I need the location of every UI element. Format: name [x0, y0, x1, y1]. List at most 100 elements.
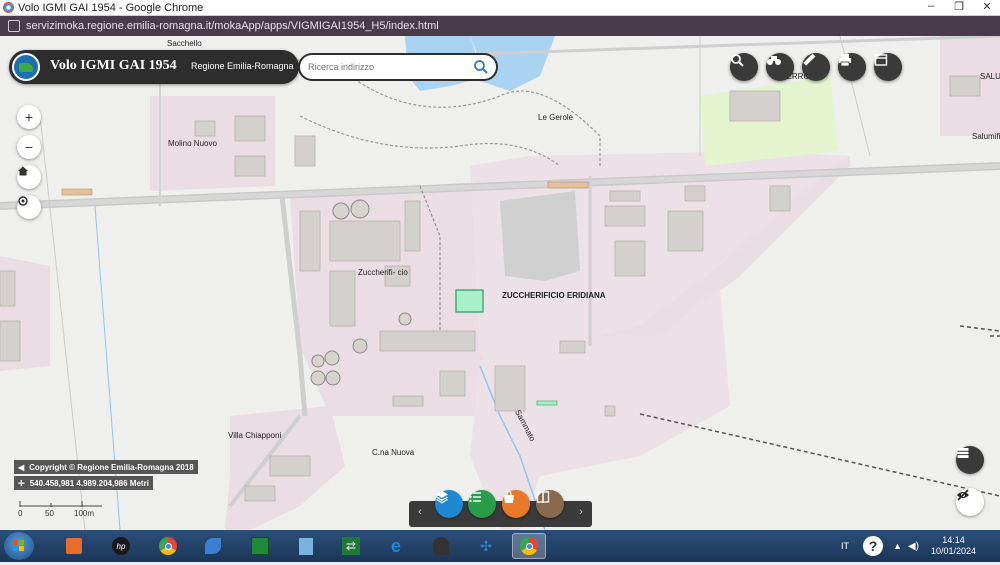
search-icon[interactable]	[472, 58, 490, 76]
label-le-gerole: Le Gerole	[538, 113, 574, 122]
previous-arrow-button[interactable]: ‹	[413, 506, 427, 518]
label-cna-nuova: C.na Nuova	[372, 448, 415, 457]
parking-lot	[500, 191, 580, 281]
scale-end: 100m	[74, 509, 95, 518]
region-name: Regione Emilia-Romagna	[191, 61, 294, 71]
show-hidden-icons-icon[interactable]: ▲	[893, 541, 902, 551]
site-info-icon[interactable]	[8, 20, 20, 32]
search-field-background	[300, 55, 496, 79]
print-tool-button[interactable]	[838, 53, 866, 81]
shopping-bag-icon	[504, 490, 514, 503]
close-button[interactable]: ✕	[980, 0, 994, 13]
railway	[639, 413, 1000, 497]
label-salu: SALU	[980, 72, 1000, 81]
arrows-icon: ⇄	[342, 537, 360, 555]
identify-tool-button[interactable]	[766, 53, 794, 81]
measure-tool-button[interactable]	[802, 53, 830, 81]
taskbar-chrome[interactable]	[151, 533, 185, 559]
chrome-icon	[159, 537, 177, 555]
label-zuccherificio: Zuccherifi- cio	[358, 268, 408, 277]
home-icon	[18, 166, 28, 176]
internet-explorer-icon: e	[390, 535, 401, 556]
hp-icon: hp	[112, 537, 130, 555]
chrome-icon	[520, 537, 538, 555]
crosshair-icon: ✛	[18, 478, 25, 488]
emilia-romagna-logo-icon	[12, 53, 40, 81]
taskbar-notepad[interactable]	[289, 533, 323, 559]
eye-off-icon	[957, 489, 969, 501]
clock[interactable]: 14:14 10/01/2024	[931, 535, 976, 557]
taskbar-cathedral-app[interactable]	[424, 533, 458, 559]
chrome-app-icon	[3, 2, 14, 13]
zoom-out-button[interactable]: −	[17, 135, 41, 159]
clock-date: 10/01/2024	[930, 546, 976, 556]
hide-panels-button[interactable]	[956, 488, 984, 516]
layers-button[interactable]	[435, 490, 463, 518]
system-tray: IT ? ▲ ◀) 14:14 10/01/2024	[841, 530, 1000, 562]
search-input[interactable]	[308, 59, 458, 75]
search-tool-button[interactable]	[730, 53, 758, 81]
label-villa-chiapponi: Villa Chiapponi	[228, 431, 282, 440]
binoculars-icon	[767, 56, 781, 65]
home-button[interactable]	[17, 165, 41, 189]
list-icon	[469, 491, 481, 503]
taskbar-chrome-active[interactable]	[512, 533, 546, 559]
maximize-button[interactable]: ❐	[952, 0, 966, 13]
cathedral-icon	[433, 537, 449, 555]
label-zuccherificio-eridiana: ZUCCHERIFICIO ERIDIANA	[502, 291, 606, 300]
taskbar-arrows-app[interactable]: ⇄	[334, 533, 368, 559]
app-title: Volo IGMI GAI 1954	[50, 58, 177, 73]
table-icon	[957, 448, 969, 458]
compare-button[interactable]	[536, 490, 564, 518]
windows-taskbar: hp ⇄ e ✣ IT ? ▲ ◀) 14:14 10/01/2024	[0, 530, 1000, 562]
green-app-icon	[251, 537, 269, 555]
taskbar-internet-explorer[interactable]: e	[379, 533, 413, 559]
coordinates-text: 540.458,981 4.989.204,986 Metri	[29, 478, 149, 488]
collapse-arrow-icon[interactable]: ◀	[18, 463, 24, 472]
window-controls: – ❐ ✕	[924, 0, 994, 13]
notepad-icon	[299, 537, 313, 555]
taskbar-hp[interactable]: hp	[104, 533, 138, 559]
speaker-icon[interactable]: ◀)	[908, 541, 919, 552]
swipe-icon	[536, 491, 550, 503]
window-tool-button[interactable]	[874, 53, 902, 81]
help-icon[interactable]: ?	[863, 536, 883, 556]
scale-zero: 0	[18, 509, 23, 518]
map-canvas[interactable]	[0, 36, 1000, 530]
printer-icon	[839, 54, 851, 67]
taskbar-feather-app[interactable]	[196, 533, 230, 559]
coordinates-bar: ✛ 540.458,981 4.989.204,986 Metri	[14, 476, 153, 490]
next-arrow-button[interactable]: ›	[574, 506, 588, 518]
windows-logo-icon	[13, 540, 24, 551]
molecule-icon: ✣	[480, 537, 492, 554]
taskbar-molecule-app[interactable]: ✣	[469, 533, 503, 559]
language-indicator[interactable]: IT	[841, 541, 849, 551]
label-salumifi: Salumifi	[972, 132, 1000, 141]
basemap-button[interactable]	[502, 490, 530, 518]
target-icon	[18, 196, 28, 206]
clock-time: 14:14	[942, 535, 965, 545]
address-search	[298, 53, 498, 81]
map-view[interactable]: Sacchello Le Gerole PIERROT SALU Salumif…	[0, 36, 1000, 530]
feather-icon	[205, 538, 221, 554]
locate-button[interactable]	[17, 195, 41, 219]
selected-building	[455, 289, 484, 313]
url-text[interactable]: servizimoka.regione.emilia-romagna.it/mo…	[26, 20, 439, 32]
label-molino-nuovo: Molino Nuovo	[168, 139, 217, 148]
scale-line	[19, 501, 102, 507]
copyright-bar: ◀ Copyright © Regione Emilia-Romagna 201…	[14, 460, 198, 474]
layers-icon	[436, 491, 448, 504]
minimize-button[interactable]: –	[924, 0, 938, 13]
taskbar-green-app[interactable]	[243, 533, 277, 559]
app-header: Volo IGMI GAI 1954 Regione Emilia-Romagn…	[9, 50, 299, 84]
attribute-table-button[interactable]	[956, 446, 984, 474]
window-title: Volo IGMI GAI 1954 - Google Chrome	[18, 1, 204, 14]
legend-button[interactable]	[468, 490, 496, 518]
magnifier-icon	[731, 54, 744, 67]
address-bar[interactable]: servizimoka.regione.emilia-romagna.it/mo…	[0, 16, 1000, 36]
zoom-in-button[interactable]: +	[17, 105, 41, 129]
copyright-text: Copyright © Regione Emilia-Romagna 2018	[29, 462, 194, 472]
taskbar-media-player[interactable]	[57, 533, 91, 559]
scale-mid: 50	[45, 509, 54, 518]
start-button[interactable]	[4, 532, 34, 560]
